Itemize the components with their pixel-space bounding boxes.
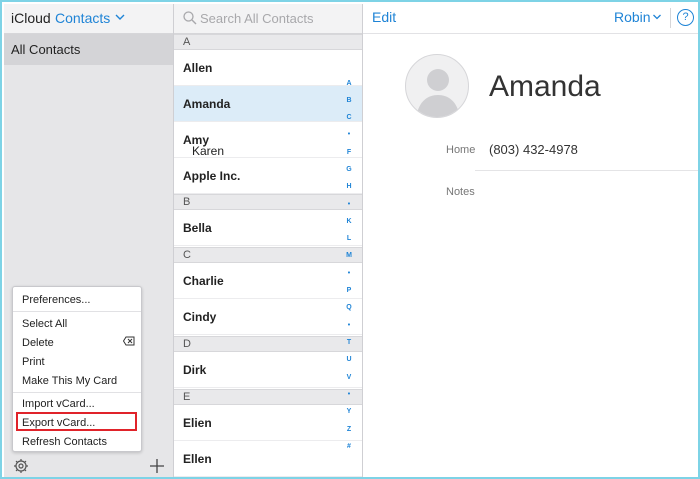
index-letter[interactable]: P bbox=[342, 287, 356, 294]
avatar bbox=[405, 54, 469, 118]
section-header: A bbox=[174, 34, 362, 50]
index-dot[interactable]: • bbox=[342, 270, 356, 277]
index-letter[interactable]: K bbox=[342, 218, 356, 225]
menu-divider bbox=[13, 392, 141, 393]
person-silhouette-icon bbox=[416, 69, 460, 117]
menu-item-select-all[interactable]: Select All bbox=[22, 318, 67, 330]
index-letter[interactable]: M bbox=[342, 252, 356, 259]
detail-toolbar: Edit Robin ? bbox=[363, 4, 698, 34]
delete-key-icon bbox=[123, 336, 135, 346]
menu-item-make-my-card[interactable]: Make This My Card bbox=[22, 375, 117, 387]
menu-item-print[interactable]: Print bbox=[22, 356, 45, 368]
account-menu[interactable]: Robin bbox=[614, 9, 651, 25]
section-letter: A bbox=[183, 36, 191, 48]
contact-name: Amanda bbox=[183, 97, 231, 111]
contact-row[interactable]: Bella bbox=[174, 210, 362, 246]
index-dot[interactable]: • bbox=[342, 322, 356, 329]
menu-item-delete[interactable]: Delete bbox=[22, 337, 54, 349]
contact-name: Allen bbox=[183, 61, 213, 75]
home-label: Home bbox=[446, 144, 476, 156]
field-divider bbox=[475, 170, 698, 171]
index-letter[interactable]: B bbox=[342, 97, 356, 104]
notes-label: Notes bbox=[446, 186, 475, 198]
contact-row[interactable]: Charlie bbox=[174, 263, 362, 299]
section-header: D bbox=[174, 336, 362, 352]
contact-row[interactable]: Apple Inc. bbox=[174, 158, 362, 194]
section-header: C bbox=[174, 247, 362, 263]
add-contact-icon[interactable] bbox=[149, 458, 165, 474]
section-header: B bbox=[174, 194, 362, 210]
menu-item-import-vcard[interactable]: Import vCard... bbox=[22, 398, 95, 410]
toolbar-divider bbox=[670, 8, 671, 28]
contact-row[interactable]: Allen bbox=[174, 50, 362, 86]
contacts-list-pane: A Allen Amanda Karen Amy Apple Inc. B Be… bbox=[174, 4, 363, 477]
export-highlight-box bbox=[16, 412, 137, 431]
menu-divider bbox=[13, 311, 141, 312]
search-input[interactable] bbox=[200, 9, 350, 27]
index-letter[interactable]: A bbox=[342, 80, 356, 87]
index-letter[interactable]: Z bbox=[342, 426, 356, 433]
groups-pane: iCloud Contacts All Contacts Preferences… bbox=[4, 4, 174, 477]
groups-header: iCloud Contacts bbox=[4, 4, 173, 34]
contact-row-selected[interactable]: Amanda bbox=[174, 86, 362, 122]
contact-name: Ellen bbox=[183, 452, 212, 466]
home-phone-value[interactable]: (803) 432-4978 bbox=[489, 142, 578, 157]
contact-detail-pane: Edit Robin ? Amanda Home (803) 432-4978 … bbox=[363, 4, 698, 477]
group-all-contacts-label: All Contacts bbox=[11, 42, 81, 57]
contact-name: Charlie bbox=[183, 274, 224, 288]
index-letter[interactable]: T bbox=[342, 339, 356, 346]
contact-row[interactable]: Ellen bbox=[174, 441, 362, 477]
index-dot[interactable]: • bbox=[342, 131, 356, 138]
index-letter[interactable]: Y bbox=[342, 408, 356, 415]
contact-name: Apple Inc. bbox=[183, 169, 241, 183]
contact-name: Cindy bbox=[183, 310, 217, 324]
contact-first-name: Karen bbox=[192, 144, 225, 158]
contact-row[interactable]: Karen Amy bbox=[174, 122, 362, 158]
menu-item-preferences[interactable]: Preferences... bbox=[22, 294, 90, 306]
search-bar bbox=[174, 4, 362, 34]
index-letter[interactable]: # bbox=[342, 443, 356, 450]
contact-row[interactable]: Elien bbox=[174, 405, 362, 441]
contact-name-heading: Amanda bbox=[489, 70, 601, 103]
contact-name: Karen Amy bbox=[183, 133, 224, 158]
settings-menu: Preferences... Select All Delete Print M… bbox=[12, 286, 142, 452]
index-letter[interactable]: Q bbox=[342, 304, 356, 311]
app-switcher[interactable]: Contacts bbox=[55, 10, 110, 26]
group-all-contacts[interactable]: All Contacts bbox=[4, 34, 173, 65]
index-letter[interactable]: F bbox=[342, 149, 356, 156]
app-window: iCloud Contacts All Contacts Preferences… bbox=[0, 0, 700, 479]
index-letter[interactable]: G bbox=[342, 166, 356, 173]
contact-row[interactable]: Cindy bbox=[174, 299, 362, 335]
index-letter[interactable]: C bbox=[342, 114, 356, 121]
chevron-down-icon[interactable] bbox=[652, 12, 662, 22]
index-letter[interactable]: H bbox=[342, 183, 356, 190]
edit-button[interactable]: Edit bbox=[372, 9, 396, 25]
search-icon bbox=[183, 11, 197, 25]
contact-name: Bella bbox=[183, 221, 212, 235]
alphabet-index: A B C • F G H • K L M • P Q • T U V • Y … bbox=[342, 80, 356, 470]
chevron-down-icon[interactable] bbox=[114, 11, 126, 23]
index-letter[interactable]: U bbox=[342, 356, 356, 363]
contact-name: Dirk bbox=[183, 363, 207, 377]
section-header: E bbox=[174, 389, 362, 405]
contact-name: Elien bbox=[183, 416, 212, 430]
help-button[interactable]: ? bbox=[677, 9, 694, 26]
section-letter: B bbox=[183, 196, 191, 208]
menu-item-refresh-contacts[interactable]: Refresh Contacts bbox=[22, 436, 107, 448]
gear-icon[interactable] bbox=[13, 458, 29, 474]
index-letter[interactable]: L bbox=[342, 235, 356, 242]
brand-label: iCloud bbox=[11, 10, 51, 26]
section-letter: E bbox=[183, 391, 191, 403]
section-letter: D bbox=[183, 338, 191, 350]
index-dot[interactable]: • bbox=[342, 201, 356, 208]
contact-row[interactable]: Dirk bbox=[174, 352, 362, 388]
section-letter: C bbox=[183, 249, 191, 261]
index-dot[interactable]: • bbox=[342, 391, 356, 398]
index-letter[interactable]: V bbox=[342, 374, 356, 381]
